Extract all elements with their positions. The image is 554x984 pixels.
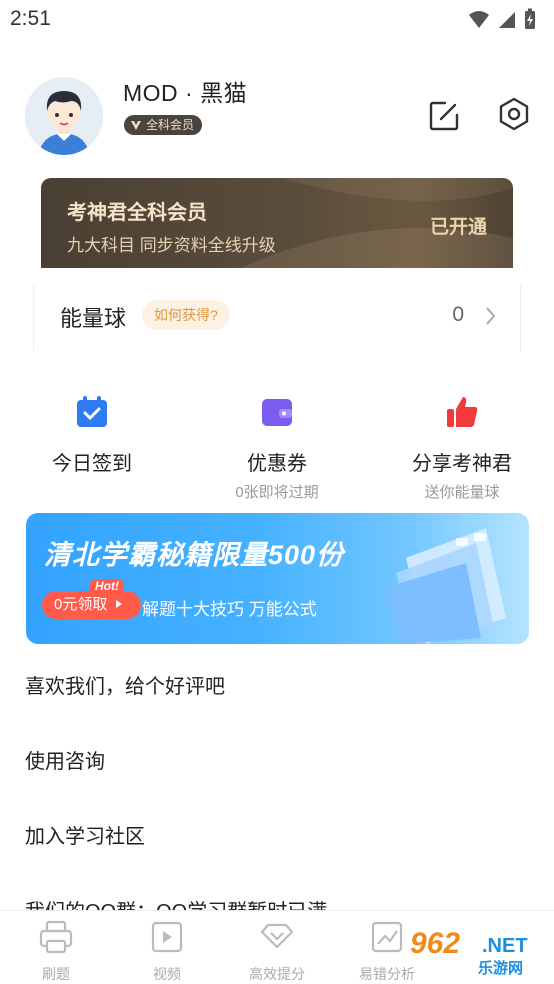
profile-header: MOD · 黑猫 全科会员 (0, 70, 554, 165)
banner-hot-tag: Hot! (90, 579, 124, 593)
tab-practice[interactable]: 刷题 (16, 919, 96, 984)
edit-profile-button[interactable] (426, 98, 462, 134)
avatar[interactable] (25, 77, 103, 155)
banner-claim-button[interactable]: 0元领取 (42, 591, 141, 619)
username: MOD · 黑猫 (123, 80, 248, 106)
site-watermark: 962 .NET 乐游网 (408, 925, 548, 980)
energy-help-tag[interactable]: 如何获得? (142, 300, 230, 330)
thumbs-up-icon (447, 397, 478, 427)
edit-icon (429, 101, 459, 131)
menu-item-rate-us[interactable]: 喜欢我们，给个好评吧 (25, 670, 225, 699)
battery-icon (525, 8, 535, 29)
watermark-net: .NET (482, 935, 528, 957)
settings-button[interactable] (496, 96, 532, 132)
vip-title: 考神君全科会员 (67, 202, 207, 224)
quick-action-label: 分享考神君 (412, 453, 512, 475)
status-icons (468, 8, 536, 30)
tab-boost[interactable]: 高效提分 (237, 919, 317, 984)
chart-icon (371, 921, 403, 953)
promo-banner[interactable]: 清北学霸秘籍限量500份 0元领取 Hot! 解题十大技巧 万能公式 (26, 513, 529, 644)
vip-subtitle: 九大科目 同步资料全线升级 (67, 236, 276, 255)
wallet-icon (262, 399, 292, 426)
energy-value: 0 (452, 303, 464, 326)
quick-actions: 今日签到 优惠券 0张即将过期 分享考神君 送你能量球 (0, 385, 554, 501)
printer-icon (39, 920, 73, 954)
tab-label: 高效提分 (249, 966, 305, 982)
quick-action-coupons[interactable]: 优惠券 0张即将过期 (187, 385, 367, 502)
v-crown-icon (131, 121, 141, 130)
banner-title: 清北学霸秘籍限量500份 (44, 540, 345, 570)
folder-illustration-icon (384, 528, 506, 644)
banner-subtitle: 解题十大技巧 万能公式 (142, 600, 317, 619)
vip-status: 已开通 (429, 217, 487, 238)
tab-label: 刷题 (42, 966, 70, 982)
avatar-illustration-icon (25, 77, 103, 155)
member-badge: 全科会员 (124, 115, 203, 135)
signal-icon (499, 12, 515, 28)
diamond-icon (260, 923, 294, 949)
video-icon (151, 921, 183, 953)
menu-item-community[interactable]: 加入学习社区 (25, 820, 145, 849)
energy-label: 能量球 (60, 306, 127, 331)
quick-action-checkin[interactable]: 今日签到 (2, 385, 182, 481)
tab-label: 视频 (153, 966, 181, 982)
quick-action-sub: 送你能量球 (424, 484, 500, 501)
quick-action-share[interactable]: 分享考神君 送你能量球 (372, 385, 552, 502)
status-bar: 2:51 (0, 0, 554, 40)
energy-row[interactable]: 能量球 如何获得? 0 (33, 285, 521, 351)
menu-item-consult[interactable]: 使用咨询 (25, 745, 105, 774)
watermark-cn: 乐游网 (478, 960, 524, 977)
gear-icon (499, 97, 529, 131)
play-arrow-icon (115, 600, 122, 608)
quick-action-sub: 0张即将过期 (235, 484, 319, 501)
quick-action-label: 今日签到 (52, 453, 132, 475)
calendar-check-icon (77, 396, 107, 427)
chevron-right-icon (486, 307, 496, 325)
status-time: 2:51 (10, 7, 51, 30)
watermark-number: 962 (410, 927, 461, 960)
quick-action-label: 优惠券 (247, 453, 307, 475)
tab-video[interactable]: 视频 (127, 919, 207, 984)
wifi-icon (469, 11, 489, 28)
vip-membership-card[interactable]: 考神君全科会员 九大科目 同步资料全线升级 已开通 (41, 178, 513, 268)
member-badge-label: 全科会员 (146, 118, 195, 132)
banner-claim-label: 0元领取 (54, 596, 108, 613)
